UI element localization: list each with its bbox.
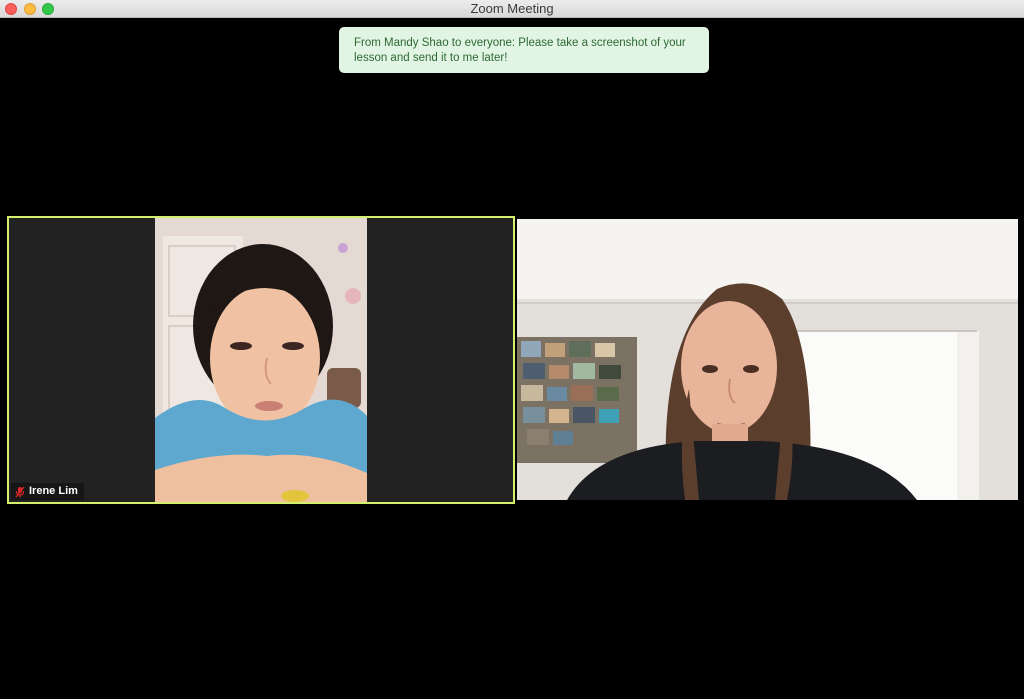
muted-mic-icon bbox=[15, 486, 25, 498]
participant-name-tag: Irene Lim bbox=[11, 483, 84, 500]
participant-video-tile-irene[interactable]: Irene Lim bbox=[7, 216, 515, 504]
video-frame-woman bbox=[517, 219, 1018, 500]
chat-notification-line-2: lesson and send it to me later! bbox=[354, 52, 508, 64]
participant-video-feed bbox=[155, 218, 367, 502]
window-title: Zoom Meeting bbox=[470, 1, 554, 16]
video-frame-girl bbox=[155, 218, 367, 502]
participant-name: Irene Lim bbox=[29, 485, 78, 497]
chat-notification-line-1: From Mandy Shao to everyone: Please take… bbox=[354, 37, 686, 49]
title-bar: Zoom Meeting bbox=[0, 0, 1024, 18]
participant-video-tile-2[interactable] bbox=[517, 219, 1018, 500]
chat-notification[interactable]: From Mandy Shao to everyone: Please take… bbox=[339, 27, 709, 73]
zoom-window: Zoom Meeting From Mandy Shao to everyone… bbox=[0, 0, 1024, 699]
